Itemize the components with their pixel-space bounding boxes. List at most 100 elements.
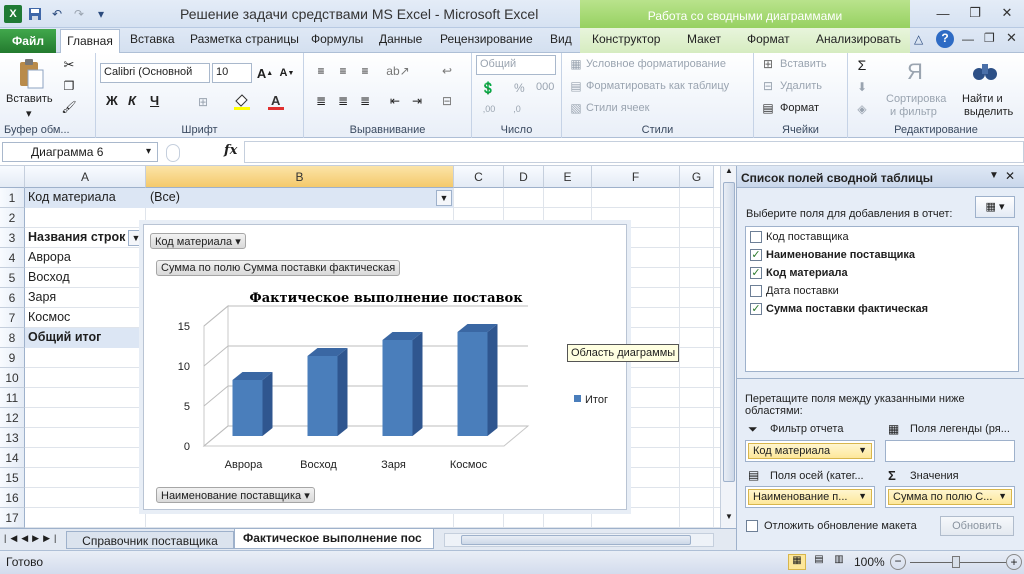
- row-header[interactable]: 11: [0, 388, 25, 408]
- align-left-icon[interactable]: ≣: [312, 93, 330, 109]
- insert-cells-button[interactable]: Вставить: [780, 58, 827, 70]
- align-center-icon[interactable]: ≣: [334, 93, 352, 109]
- cell-a4[interactable]: Аврора: [28, 250, 71, 264]
- autosum-icon[interactable]: Σ: [854, 57, 870, 73]
- underline-button[interactable]: Ч: [150, 93, 159, 108]
- field-item[interactable]: Код поставщика: [750, 231, 849, 243]
- decrease-decimal-icon[interactable]: ,0: [506, 101, 528, 117]
- tab-page-layout[interactable]: Разметка страницы: [190, 32, 299, 46]
- merge-icon[interactable]: ⊟: [436, 93, 458, 109]
- scroll-thumb[interactable]: [723, 182, 735, 482]
- values-zone-item[interactable]: Сумма по полю С... ▼: [888, 489, 1012, 505]
- row-header[interactable]: 14: [0, 448, 25, 468]
- paste-icon[interactable]: [16, 57, 46, 91]
- page-layout-view-icon[interactable]: ▤: [810, 554, 828, 570]
- zoom-level[interactable]: 100%: [854, 555, 885, 569]
- copy-icon[interactable]: ❐: [60, 78, 78, 94]
- tab-home[interactable]: Главная: [60, 29, 120, 54]
- field-checkbox-checked[interactable]: ✓: [750, 267, 762, 279]
- conditional-format-button[interactable]: Условное форматирование: [586, 58, 726, 70]
- wrap-text-icon[interactable]: ↩: [436, 63, 458, 79]
- formula-bar-resize-handle[interactable]: [166, 144, 180, 162]
- tab-review[interactable]: Рецензирование: [440, 32, 533, 46]
- page-break-view-icon[interactable]: ▥: [830, 554, 848, 570]
- column-header-f[interactable]: F: [592, 166, 680, 188]
- fill-color-icon[interactable]: [232, 91, 252, 111]
- thousands-button[interactable]: 000: [536, 81, 554, 93]
- field-checkbox-checked[interactable]: ✓: [750, 249, 762, 261]
- sort-filter-button[interactable]: Сортировка: [886, 93, 946, 105]
- increase-indent-icon[interactable]: ⇥: [408, 93, 426, 109]
- row-header[interactable]: 16: [0, 488, 25, 508]
- cell-a8[interactable]: Общий итог: [28, 330, 101, 344]
- column-header-c[interactable]: C: [454, 166, 504, 188]
- format-as-table-button[interactable]: Форматировать как таблицу: [586, 80, 729, 92]
- clear-icon[interactable]: ◈: [854, 101, 870, 117]
- currency-icon[interactable]: 💲: [478, 79, 498, 97]
- axis-zone-item[interactable]: Наименование п... ▼: [748, 489, 872, 505]
- tab-file[interactable]: Файл: [0, 29, 56, 53]
- zoom-out-icon[interactable]: −: [890, 554, 906, 570]
- shrink-font-icon[interactable]: A ▼: [278, 63, 296, 83]
- customize-qat-icon[interactable]: ▾: [92, 5, 110, 23]
- font-color-icon[interactable]: A: [266, 91, 286, 111]
- chart-filter-button[interactable]: Код материала ▾: [150, 233, 246, 249]
- orientation-icon[interactable]: ab↗: [386, 63, 410, 79]
- format-cells-button[interactable]: Формат: [780, 102, 819, 114]
- horizontal-scrollbar[interactable]: [444, 533, 714, 547]
- defer-update-checkbox[interactable]: [746, 520, 758, 532]
- row-header[interactable]: 13: [0, 428, 25, 448]
- italic-button[interactable]: К: [128, 93, 136, 108]
- field-checkbox-checked[interactable]: ✓: [750, 303, 762, 315]
- cell-a3[interactable]: Названия строк: [28, 230, 125, 244]
- row-header[interactable]: 8: [0, 328, 25, 348]
- tab-analyze[interactable]: Анализировать: [816, 32, 901, 46]
- row-header[interactable]: 5: [0, 268, 25, 288]
- sheet-nav-arrows-icon[interactable]: |◀◀▶▶|: [4, 533, 60, 544]
- field-layout-icon[interactable]: ▦ ▾: [975, 196, 1015, 218]
- field-item[interactable]: Дата поставки: [750, 285, 839, 297]
- row-header[interactable]: 7: [0, 308, 25, 328]
- delete-cells-button[interactable]: Удалить: [780, 80, 822, 92]
- ribbon-minimize-icon[interactable]: △: [914, 32, 923, 46]
- column-header-g[interactable]: G: [680, 166, 714, 188]
- cell-a6[interactable]: Заря: [28, 290, 56, 304]
- cell-b1[interactable]: (Все): [150, 190, 180, 204]
- tab-insert[interactable]: Вставка: [130, 32, 175, 46]
- row-header[interactable]: 17: [0, 508, 25, 528]
- workbook-minimize-icon[interactable]: —: [962, 32, 974, 46]
- field-item[interactable]: ✓ Код материала: [750, 267, 848, 279]
- restore-icon[interactable]: ❐: [964, 3, 986, 23]
- font-name-combo[interactable]: Calibri (Основной: [100, 63, 210, 83]
- align-bottom-icon[interactable]: ≡: [356, 63, 374, 79]
- row-header[interactable]: 1: [0, 188, 25, 208]
- column-header-e[interactable]: E: [544, 166, 592, 188]
- cell-a5[interactable]: Восход: [28, 270, 70, 284]
- close-icon[interactable]: ✕: [996, 3, 1018, 23]
- column-header-b[interactable]: B: [146, 166, 454, 188]
- bold-button[interactable]: Ж: [106, 93, 118, 108]
- cell-a7[interactable]: Космос: [28, 310, 70, 324]
- row-labels-filter-icon[interactable]: ▼: [128, 230, 144, 246]
- field-checkbox[interactable]: [750, 285, 762, 297]
- format-painter-icon[interactable]: 🖌: [60, 99, 78, 115]
- redo-icon[interactable]: ↷: [70, 5, 88, 23]
- zoom-slider-thumb[interactable]: [952, 556, 960, 568]
- increase-decimal-icon[interactable]: ,00: [478, 101, 500, 117]
- report-filter-zone[interactable]: Код материала ▼: [745, 440, 875, 462]
- borders-icon[interactable]: ⊞: [192, 93, 214, 111]
- tab-data[interactable]: Данные: [379, 32, 422, 46]
- row-header[interactable]: 2: [0, 208, 25, 228]
- align-middle-icon[interactable]: ≡: [334, 63, 352, 79]
- horizontal-scroll-thumb[interactable]: [461, 535, 691, 545]
- row-header[interactable]: 6: [0, 288, 25, 308]
- align-top-icon[interactable]: ≡: [312, 63, 330, 79]
- sheet-tab-1[interactable]: Справочник поставщика: [66, 531, 234, 549]
- name-box[interactable]: Диаграмма 6: [2, 142, 158, 162]
- update-button[interactable]: Обновить: [940, 516, 1014, 536]
- filter-zone-item[interactable]: Код материала ▼: [748, 443, 872, 459]
- tab-format[interactable]: Формат: [747, 32, 790, 46]
- column-header-d[interactable]: D: [504, 166, 544, 188]
- decrease-indent-icon[interactable]: ⇤: [386, 93, 404, 109]
- fill-icon[interactable]: ⬇: [854, 79, 870, 95]
